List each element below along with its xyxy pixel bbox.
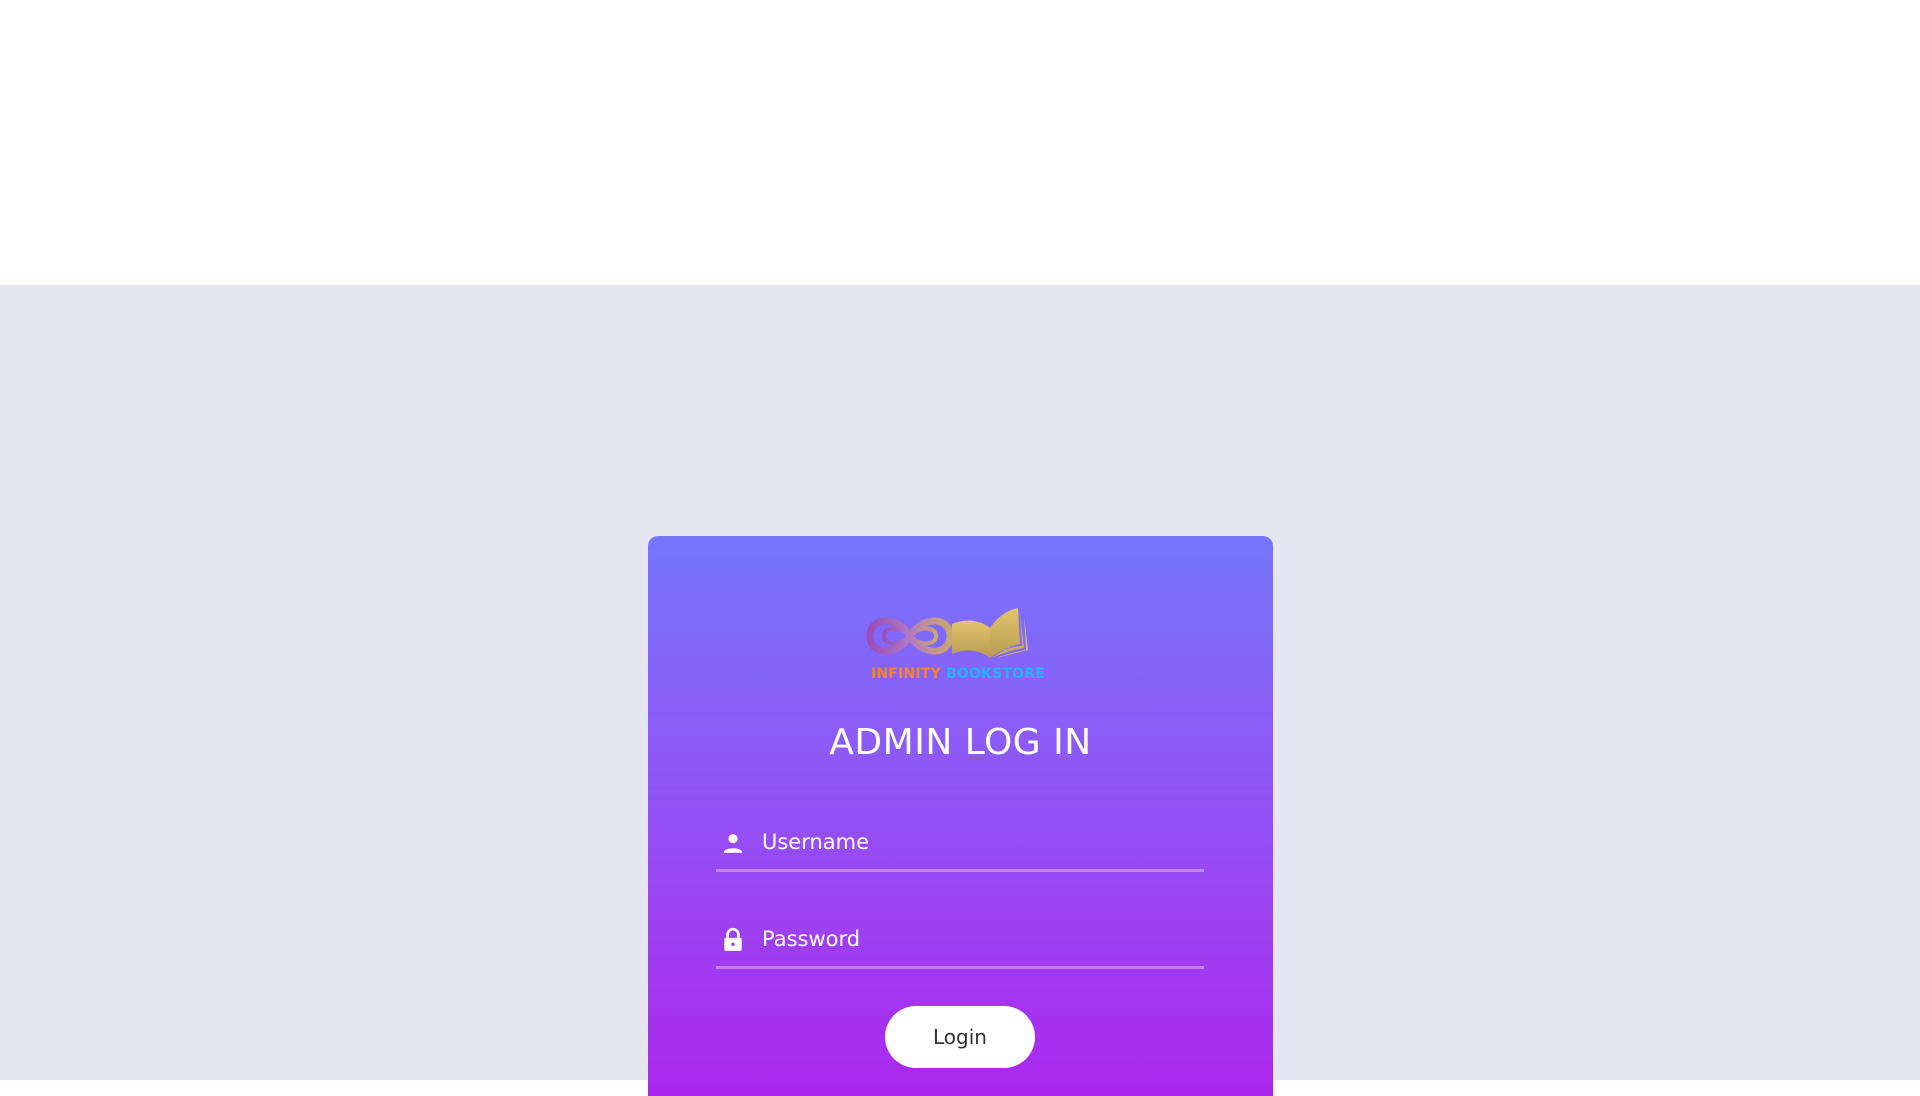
top-header-area bbox=[0, 0, 1920, 285]
logo-word-bookstore: BOOKSTORE bbox=[945, 666, 1045, 682]
username-input[interactable] bbox=[762, 816, 1202, 868]
login-button[interactable]: Login bbox=[885, 1006, 1035, 1068]
logo-word-infinity: INFINITY bbox=[870, 666, 941, 682]
password-field bbox=[716, 913, 1204, 969]
user-icon bbox=[720, 830, 746, 856]
password-input[interactable] bbox=[762, 913, 1202, 965]
infinity-bookstore-logo: INFINITY BOOKSTORE bbox=[848, 602, 1068, 692]
admin-login-card: INFINITY BOOKSTORE ADMIN LOG IN Login bbox=[648, 536, 1273, 1096]
page-title: ADMIN LOG IN bbox=[829, 722, 1092, 763]
logo-wordmark: INFINITY BOOKSTORE bbox=[848, 666, 1068, 682]
username-field bbox=[716, 816, 1204, 872]
lock-icon bbox=[720, 927, 746, 953]
infinity-book-logo-icon bbox=[866, 608, 1028, 658]
